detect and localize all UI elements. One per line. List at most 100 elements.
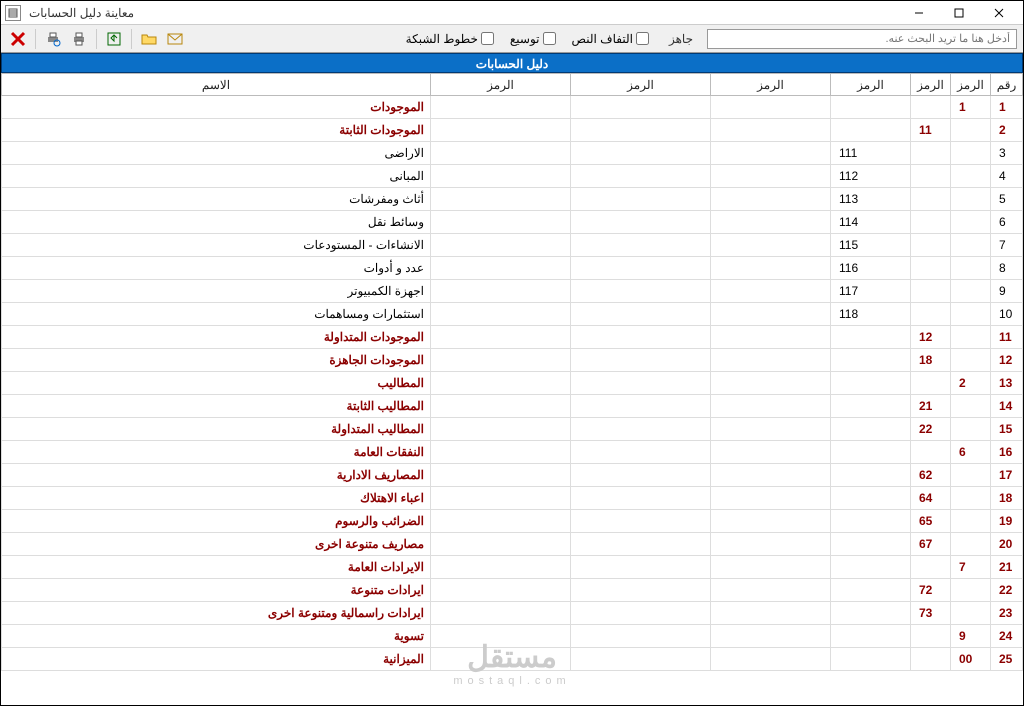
print-preview-icon[interactable] — [42, 28, 64, 50]
folder-icon[interactable] — [138, 28, 160, 50]
wrap-text-checkbox[interactable]: التفاف النص — [566, 32, 655, 46]
cell-code5 — [571, 533, 711, 556]
table-row[interactable]: 166النفقات العامة — [2, 441, 1023, 464]
cell-code1 — [951, 510, 991, 533]
table-row[interactable]: 10118استثمارات ومساهمات — [2, 303, 1023, 326]
cell-code5 — [571, 257, 711, 280]
table-row[interactable]: 2500الميزانية — [2, 648, 1023, 671]
cell-code6 — [431, 579, 571, 602]
cell-code1 — [951, 188, 991, 211]
cell-code2 — [911, 280, 951, 303]
cell-name: ايرادات راسمالية ومتنوعة اخرى — [2, 602, 431, 625]
cell-code5 — [571, 142, 711, 165]
cell-code2 — [911, 211, 951, 234]
table-row[interactable]: 1218الموجودات الجاهزة — [2, 349, 1023, 372]
maximize-button[interactable] — [939, 2, 979, 24]
cell-code6 — [431, 96, 571, 119]
cell-code5 — [571, 602, 711, 625]
table-row[interactable]: 1864اعباء الاهتلاك — [2, 487, 1023, 510]
cell-code3 — [831, 395, 911, 418]
cell-name: تسوية — [2, 625, 431, 648]
table-row[interactable]: 1762المصاريف الادارية — [2, 464, 1023, 487]
search-input[interactable] — [707, 29, 1017, 49]
cell-rownum: 23 — [991, 602, 1023, 625]
table-row[interactable]: 2272ايرادات متنوعة — [2, 579, 1023, 602]
col-code1[interactable]: الرمز — [951, 74, 991, 96]
table-row[interactable]: 8116عدد و أدوات — [2, 257, 1023, 280]
table-row[interactable]: 1421المطاليب الثابتة — [2, 395, 1023, 418]
cell-code1 — [951, 349, 991, 372]
cell-code1: 2 — [951, 372, 991, 395]
cell-code2 — [911, 303, 951, 326]
cell-code1: 9 — [951, 625, 991, 648]
cell-code3: 114 — [831, 211, 911, 234]
col-name[interactable]: الاسم — [2, 74, 431, 96]
table-row[interactable]: 9117اجهزة الكمبيوتر — [2, 280, 1023, 303]
cell-code5 — [571, 188, 711, 211]
cell-code6 — [431, 533, 571, 556]
cell-code4 — [711, 441, 831, 464]
print-icon[interactable] — [68, 28, 90, 50]
divider — [35, 29, 36, 49]
cell-code5 — [571, 579, 711, 602]
col-code6[interactable]: الرمز — [431, 74, 571, 96]
col-code2[interactable]: الرمز — [911, 74, 951, 96]
table-row[interactable]: 132المطاليب — [2, 372, 1023, 395]
cell-code2 — [911, 441, 951, 464]
col-code3[interactable]: الرمز — [831, 74, 911, 96]
gridlines-checkbox[interactable]: خطوط الشبكة — [400, 32, 500, 46]
cell-rownum: 21 — [991, 556, 1023, 579]
cell-code2 — [911, 188, 951, 211]
cell-rownum: 1 — [991, 96, 1023, 119]
cell-code1: 7 — [951, 556, 991, 579]
table-row[interactable]: 249تسوية — [2, 625, 1023, 648]
col-rownum[interactable]: رقم — [991, 74, 1023, 96]
cell-code5 — [571, 441, 711, 464]
close-button[interactable] — [979, 2, 1019, 24]
table-row[interactable]: 217 الايرادات العامة — [2, 556, 1023, 579]
cell-code1 — [951, 303, 991, 326]
cell-code4 — [711, 96, 831, 119]
cell-code2: 21 — [911, 395, 951, 418]
cell-name: الايرادات العامة — [2, 556, 431, 579]
table-scroll[interactable]: رقم الرمز الرمز الرمز الرمز الرمز الرمز … — [1, 73, 1023, 705]
cell-rownum: 19 — [991, 510, 1023, 533]
table-row[interactable]: 1112الموجودات المتداولة — [2, 326, 1023, 349]
titlebar: معاينة دليل الحسابات — [1, 1, 1023, 25]
col-code4[interactable]: الرمز — [711, 74, 831, 96]
table-row[interactable]: 1522المطاليب المتداولة — [2, 418, 1023, 441]
minimize-button[interactable] — [899, 2, 939, 24]
table-row[interactable]: 5113أثاث ومفرشات — [2, 188, 1023, 211]
table-row[interactable]: 1965الضرائب والرسوم — [2, 510, 1023, 533]
table-row[interactable]: 7115الانشاءات - المستودعات — [2, 234, 1023, 257]
table-row[interactable]: 211الموجودات الثابتة — [2, 119, 1023, 142]
cell-code1 — [951, 326, 991, 349]
table-row[interactable]: 2067مصاريف متنوعة اخرى — [2, 533, 1023, 556]
export-icon[interactable] — [103, 28, 125, 50]
expand-checkbox[interactable]: توسيع — [504, 32, 562, 46]
col-code5[interactable]: الرمز — [571, 74, 711, 96]
cell-name: الموجودات الجاهزة — [2, 349, 431, 372]
table-row[interactable]: 4112المبانى — [2, 165, 1023, 188]
mail-icon[interactable] — [164, 28, 186, 50]
cell-code4 — [711, 510, 831, 533]
cell-code2 — [911, 257, 951, 280]
cell-code2 — [911, 372, 951, 395]
cell-code6 — [431, 464, 571, 487]
table-row[interactable]: 6114وسائط نقل — [2, 211, 1023, 234]
table-row[interactable]: 23 73 ايرادات راسمالية ومتنوعة اخرى — [2, 602, 1023, 625]
cell-code5 — [571, 372, 711, 395]
table-row[interactable]: 11الموجودات — [2, 96, 1023, 119]
cell-code2 — [911, 625, 951, 648]
cell-code3 — [831, 349, 911, 372]
app-icon — [5, 5, 21, 21]
cell-code6 — [431, 441, 571, 464]
cell-code3 — [831, 602, 911, 625]
cell-code2: 73 — [911, 602, 951, 625]
cell-code4 — [711, 602, 831, 625]
cell-code2: 67 — [911, 533, 951, 556]
cell-code1 — [951, 579, 991, 602]
cell-rownum: 6 — [991, 211, 1023, 234]
delete-icon[interactable] — [7, 28, 29, 50]
table-row[interactable]: 3111الاراضى — [2, 142, 1023, 165]
